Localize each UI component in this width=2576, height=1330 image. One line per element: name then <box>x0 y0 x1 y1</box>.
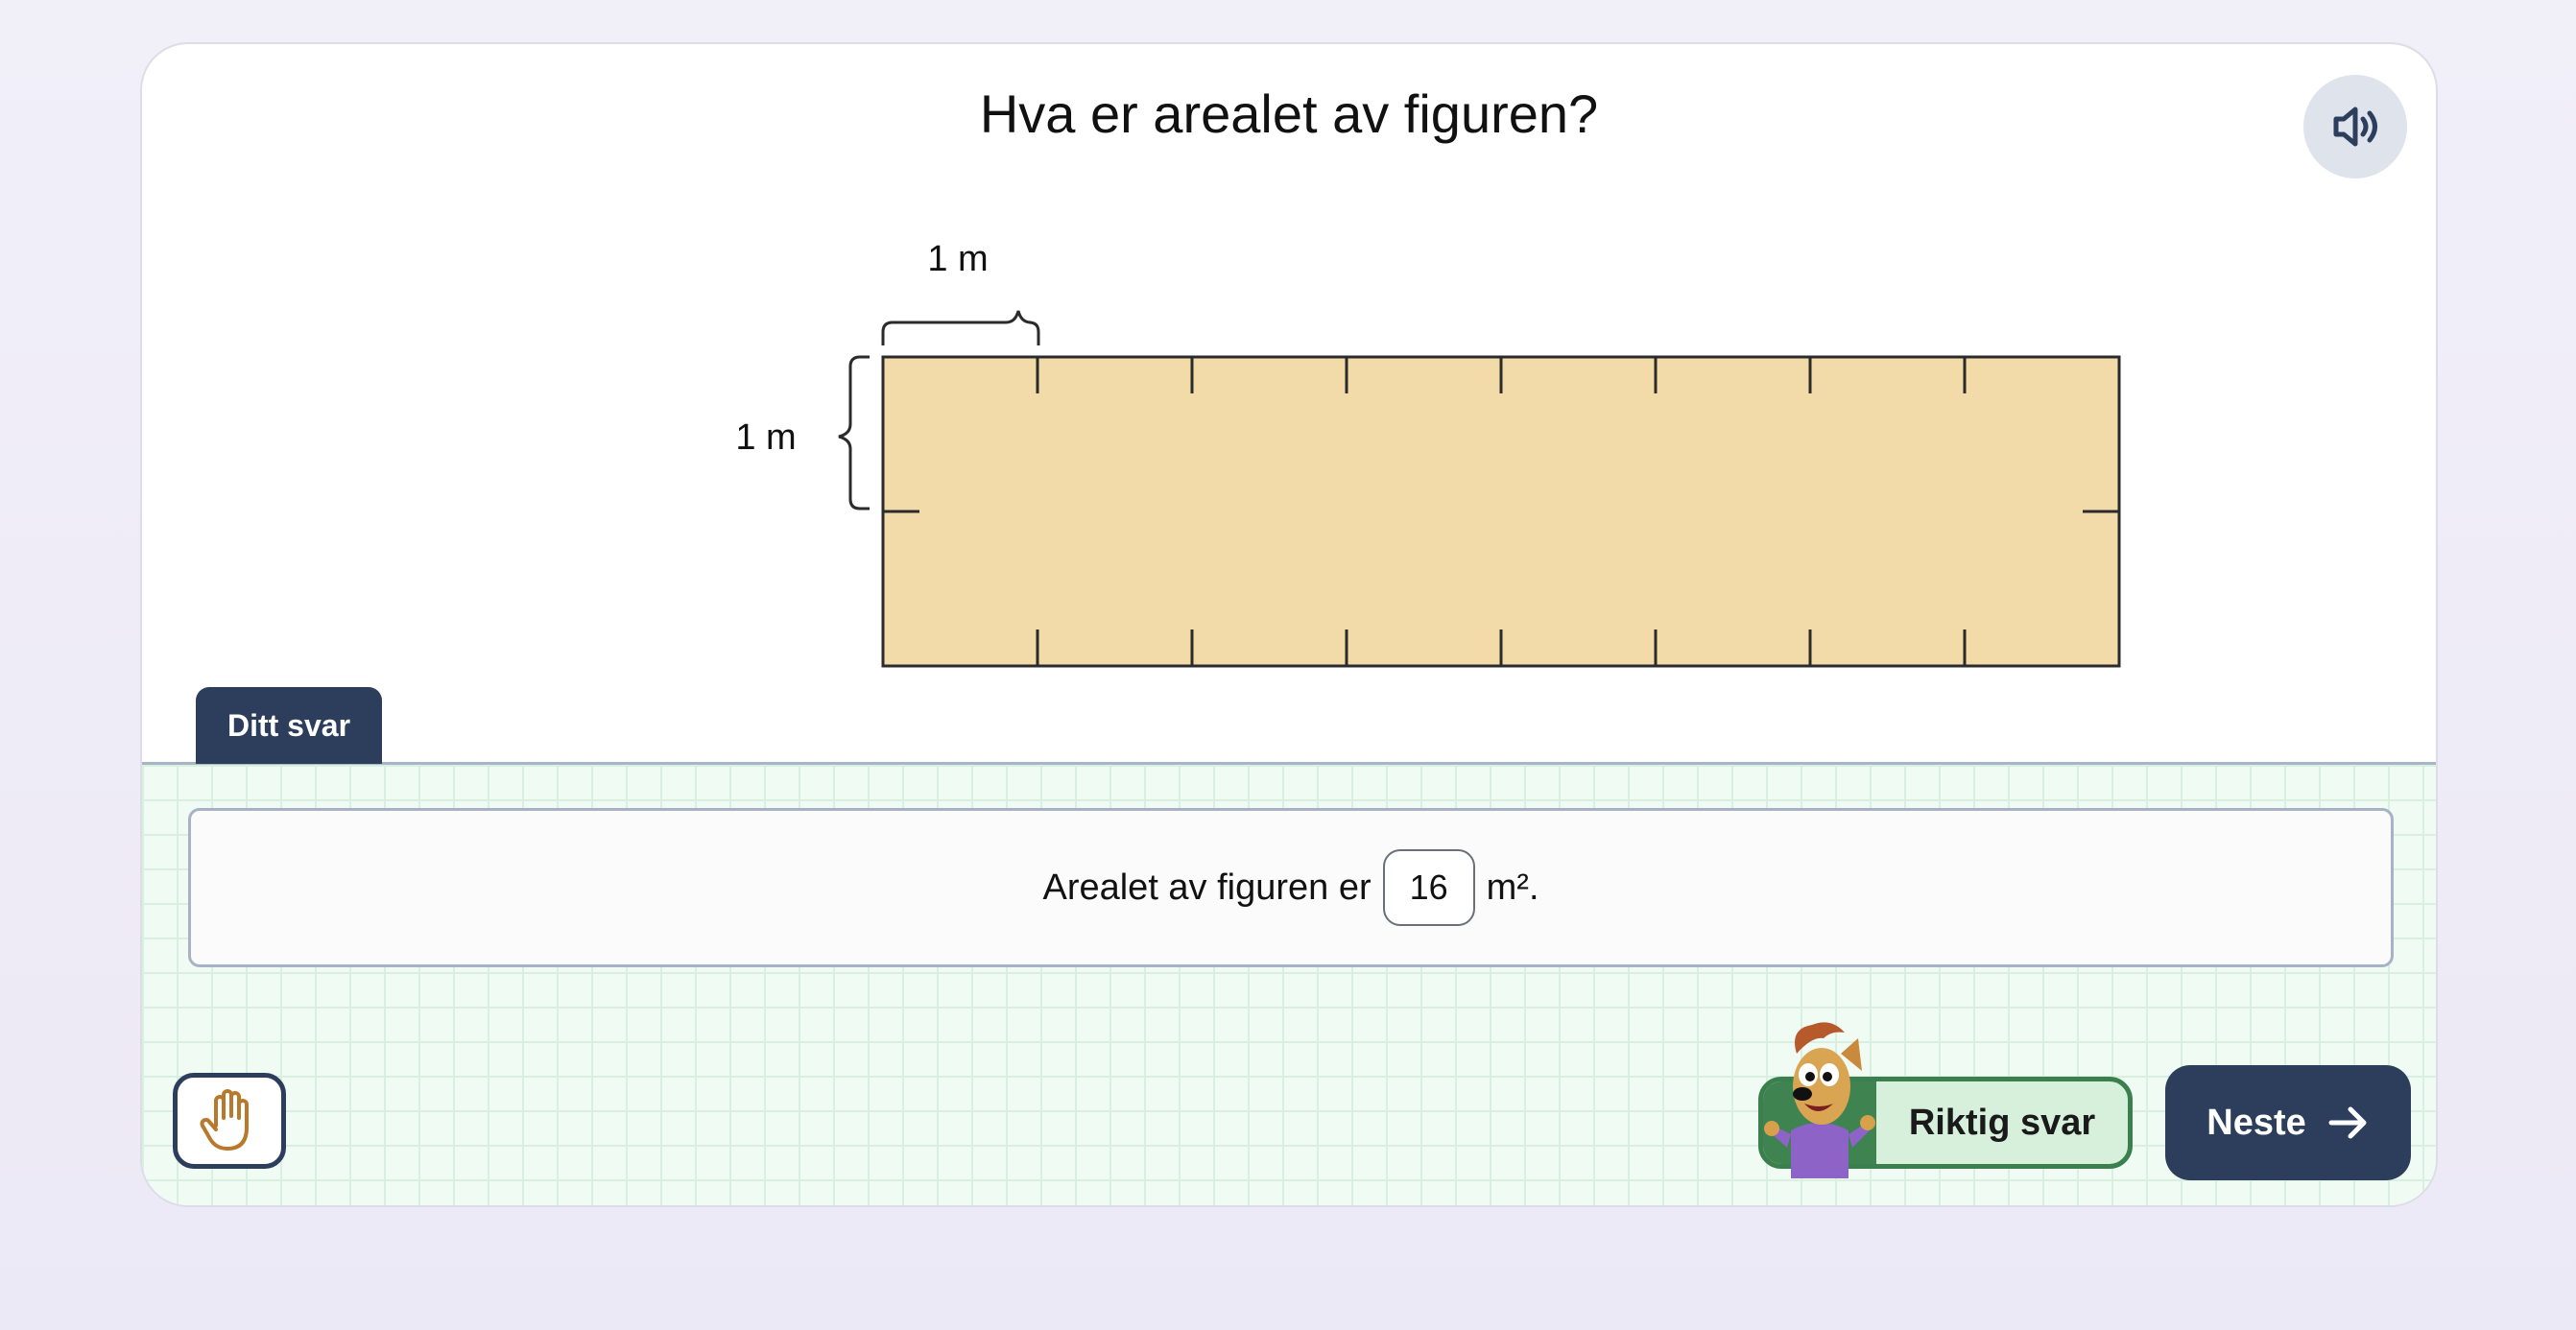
feedback-label: Riktig svar <box>1908 1102 2096 1143</box>
question-title: Hva er arealet av figuren? <box>979 83 1599 144</box>
next-button-label: Neste <box>2206 1102 2306 1143</box>
question-card: Hva er arealet av figuren? 1 m 1 m Ditt … <box>140 42 2438 1207</box>
answer-input[interactable]: 16 <box>1382 849 1475 926</box>
answer-sentence-suffix: m². <box>1486 867 1539 908</box>
speaker-icon <box>2333 107 2377 147</box>
hand-icon <box>200 1089 249 1151</box>
answer-box: Arealet av figuren er 16 m². <box>188 808 2394 967</box>
arrow-right-icon <box>2328 1106 2367 1139</box>
help-button[interactable] <box>173 1073 286 1169</box>
mascot-dog-icon <box>1764 1022 1875 1178</box>
area-figure: 1 m 1 m <box>735 239 2121 668</box>
area-rectangle <box>881 355 2121 668</box>
left-brace <box>838 355 870 511</box>
answer-sentence-prefix: Arealet av figuren er <box>1042 867 1371 908</box>
next-button[interactable]: Neste <box>2165 1065 2411 1180</box>
your-answer-tab: Ditt svar <box>196 687 382 764</box>
left-unit-label: 1 m <box>735 417 796 458</box>
top-brace <box>881 310 1040 345</box>
top-unit-label: 1 m <box>927 239 988 279</box>
sound-button[interactable] <box>2303 75 2407 178</box>
